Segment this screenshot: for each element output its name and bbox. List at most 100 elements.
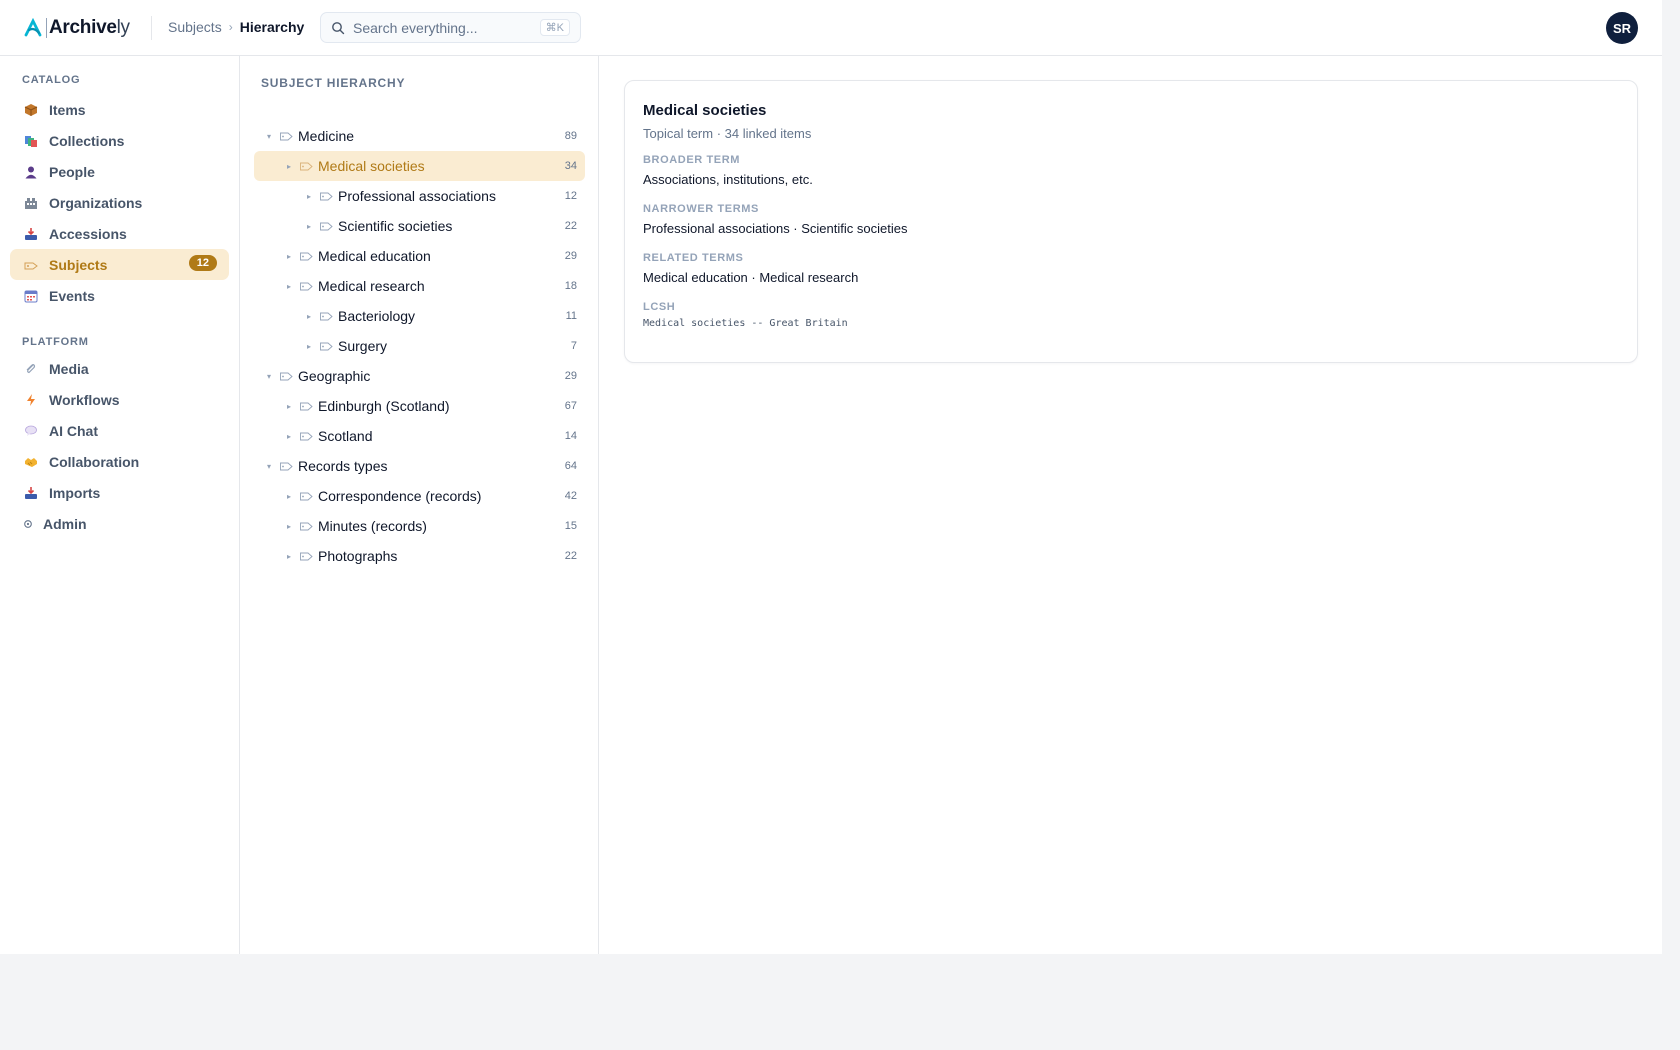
tree-row[interactable]: ▸ Surgery 7 xyxy=(254,331,585,361)
chevron-right-icon[interactable]: ▸ xyxy=(304,222,314,231)
chevron-right-icon[interactable]: ▸ xyxy=(284,162,294,171)
chevron-right-icon[interactable]: ▸ xyxy=(304,312,314,321)
chevron-down-icon[interactable]: ▾ xyxy=(264,462,274,471)
tree-row-count: 89 xyxy=(564,130,577,142)
related-terms-value[interactable]: Medical education · Medical research xyxy=(643,270,858,285)
tree-row[interactable]: ▸ Scientific societies 22 xyxy=(254,211,585,241)
search-shortcut: ⌘K xyxy=(539,19,570,36)
sidebar-item-label: Events xyxy=(49,287,95,304)
gear-icon xyxy=(23,516,33,532)
sidebar-item-label: Admin xyxy=(43,515,87,532)
tag-icon xyxy=(300,431,314,441)
chevron-right-icon[interactable]: ▸ xyxy=(284,402,294,411)
tree-row-count: 29 xyxy=(564,370,577,382)
tree-row-label: Bacteriology xyxy=(338,308,416,324)
tag-icon xyxy=(320,341,334,351)
sidebar-item-collaboration[interactable]: Collaboration xyxy=(10,446,229,477)
paperclip-icon xyxy=(23,361,39,377)
search-input[interactable] xyxy=(353,19,540,36)
tree-row-label: Medical education xyxy=(318,248,431,264)
sidebar-item-events[interactable]: Events xyxy=(10,280,229,311)
sidebar-item-admin[interactable]: Admin xyxy=(10,508,229,539)
tree-row-count: 11 xyxy=(565,310,577,322)
tree-row-label: Minutes (records) xyxy=(318,518,427,534)
global-search[interactable]: ⌘K xyxy=(320,12,581,43)
tree-row-label: Scotland xyxy=(318,428,373,444)
inbox-icon xyxy=(23,226,39,242)
tree-row[interactable]: ▸ Correspondence (records) 42 xyxy=(254,481,585,511)
tree-row[interactable]: ▸ Scotland 14 xyxy=(254,421,585,451)
chevron-down-icon[interactable]: ▾ xyxy=(264,132,274,141)
subject-hierarchy-panel: SUBJECT HIERARCHY ▾ Medicine 89 ▸ Medical so… xyxy=(240,56,599,954)
sidebar-item-label: Accessions xyxy=(49,225,127,242)
header-divider xyxy=(151,16,152,40)
chevron-right-icon[interactable]: ▸ xyxy=(304,192,314,201)
tree-row[interactable]: ▸ Medical societies 34 xyxy=(254,151,585,181)
brand-mark-icon xyxy=(22,17,44,39)
tag-icon xyxy=(300,491,314,501)
sidebar-item-media[interactable]: Media xyxy=(10,353,229,384)
sidebar-item-label: Items xyxy=(49,101,86,118)
tree-row[interactable]: ▸ Minutes (records) 15 xyxy=(254,511,585,541)
platform-section-label: PLATFORM xyxy=(22,336,89,348)
sidebar-item-collections[interactable]: Collections xyxy=(10,125,229,156)
detail-subtitle: Topical term · 34 linked items xyxy=(643,126,812,141)
chevron-right-icon[interactable]: ▸ xyxy=(284,552,294,561)
breadcrumb: Subjects › Hierarchy xyxy=(168,19,304,35)
sidebar-item-label: Media xyxy=(49,360,89,377)
tree-row[interactable]: ▾ Medicine 89 xyxy=(254,121,585,151)
subject-detail-card: Medical societies Topical term · 34 link… xyxy=(624,80,1638,363)
tree-row[interactable]: ▾ Records types 64 xyxy=(254,451,585,481)
tree-row-count: 18 xyxy=(564,280,577,292)
box-icon xyxy=(23,102,39,118)
tree-row-label: Professional associations xyxy=(338,188,496,204)
sidebar-item-items[interactable]: Items xyxy=(10,94,229,125)
sidebar-item-workflows[interactable]: Workflows xyxy=(10,384,229,415)
tree-row[interactable]: ▸ Bacteriology 11 xyxy=(254,301,585,331)
tree-row[interactable]: ▸ Medical research 18 xyxy=(254,271,585,301)
tree-row-count: 22 xyxy=(564,220,577,232)
user-avatar[interactable]: SR xyxy=(1606,12,1638,44)
tree-row-label: Records types xyxy=(298,458,388,474)
handshake-icon xyxy=(23,454,39,470)
brand-name: Archively xyxy=(49,17,130,38)
tree-row-count: 7 xyxy=(570,340,577,352)
chevron-right-icon[interactable]: ▸ xyxy=(304,342,314,351)
narrower-terms-value[interactable]: Professional associations · Scientific s… xyxy=(643,221,907,236)
breadcrumb-subjects[interactable]: Subjects xyxy=(168,19,222,35)
tree-row-count: 15 xyxy=(564,520,577,532)
tag-icon xyxy=(300,161,314,171)
broader-term-value[interactable]: Associations, institutions, etc. xyxy=(643,172,813,187)
lightning-icon xyxy=(23,392,39,408)
chevron-right-icon[interactable]: ▸ xyxy=(284,492,294,501)
chat-bubble-icon xyxy=(23,423,39,439)
search-icon xyxy=(331,21,345,35)
tree-row[interactable]: ▾ Geographic 29 xyxy=(254,361,585,391)
chevron-right-icon[interactable]: ▸ xyxy=(284,282,294,291)
logo-divider xyxy=(46,18,47,38)
sidebar-item-subjects[interactable]: Subjects 12 xyxy=(10,249,229,280)
tree-row-count: 12 xyxy=(564,190,577,202)
chevron-right-icon[interactable]: ▸ xyxy=(284,522,294,531)
sidebar-item-people[interactable]: People xyxy=(10,156,229,187)
tag-icon xyxy=(23,257,39,273)
building-icon xyxy=(23,195,39,211)
tree-row[interactable]: ▸ Professional associations 12 xyxy=(254,181,585,211)
broader-term-label: BROADER TERM xyxy=(643,154,741,166)
tree-row[interactable]: ▸ Photographs 22 xyxy=(254,541,585,571)
sidebar-item-ai-chat[interactable]: AI Chat xyxy=(10,415,229,446)
lcsh-label: LCSH xyxy=(643,301,676,313)
sidebar-item-label: Subjects xyxy=(49,256,108,273)
sidebar-item-organizations[interactable]: Organizations xyxy=(10,187,229,218)
tree-row[interactable]: ▸ Medical education 29 xyxy=(254,241,585,271)
tag-icon xyxy=(300,551,314,561)
sidebar-item-imports[interactable]: Imports xyxy=(10,477,229,508)
chevron-right-icon[interactable]: ▸ xyxy=(284,432,294,441)
tree-row[interactable]: ▸ Edinburgh (Scotland) 67 xyxy=(254,391,585,421)
tag-icon xyxy=(320,191,334,201)
app-logo[interactable]: Archively xyxy=(22,16,130,40)
chevron-down-icon[interactable]: ▾ xyxy=(264,372,274,381)
tag-icon xyxy=(280,131,294,141)
sidebar-item-accessions[interactable]: Accessions xyxy=(10,218,229,249)
chevron-right-icon[interactable]: ▸ xyxy=(284,252,294,261)
